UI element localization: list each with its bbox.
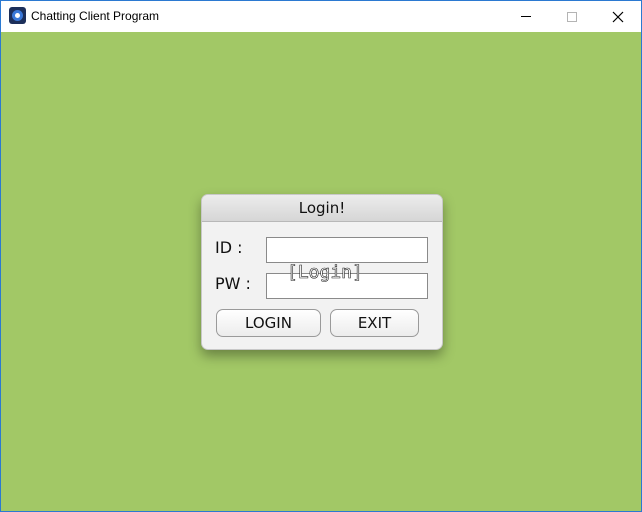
- pw-label: PW :: [215, 274, 251, 293]
- close-icon: [612, 11, 624, 22]
- close-button[interactable]: [595, 1, 641, 32]
- app-icon: [9, 7, 26, 24]
- login-button[interactable]: LOGIN: [216, 309, 321, 337]
- main-content: Login! ID : PW : [Login] LOGIN EXIT: [1, 32, 641, 511]
- password-input[interactable]: [266, 273, 428, 299]
- maximize-icon: [567, 11, 577, 22]
- window-title: Chatting Client Program: [31, 9, 160, 23]
- exit-button[interactable]: EXIT: [330, 309, 419, 337]
- dialog-title: Login!: [202, 195, 442, 222]
- id-input[interactable]: [266, 237, 428, 263]
- login-dialog: Login! ID : PW : [Login] LOGIN EXIT: [201, 194, 443, 350]
- minimize-button[interactable]: [503, 1, 549, 32]
- app-window: Chatting Client Program Login! ID : PW :…: [0, 0, 642, 512]
- id-label: ID :: [215, 238, 243, 257]
- maximize-button[interactable]: [549, 1, 595, 32]
- title-bar[interactable]: Chatting Client Program: [1, 1, 641, 32]
- minimize-icon: [521, 16, 531, 17]
